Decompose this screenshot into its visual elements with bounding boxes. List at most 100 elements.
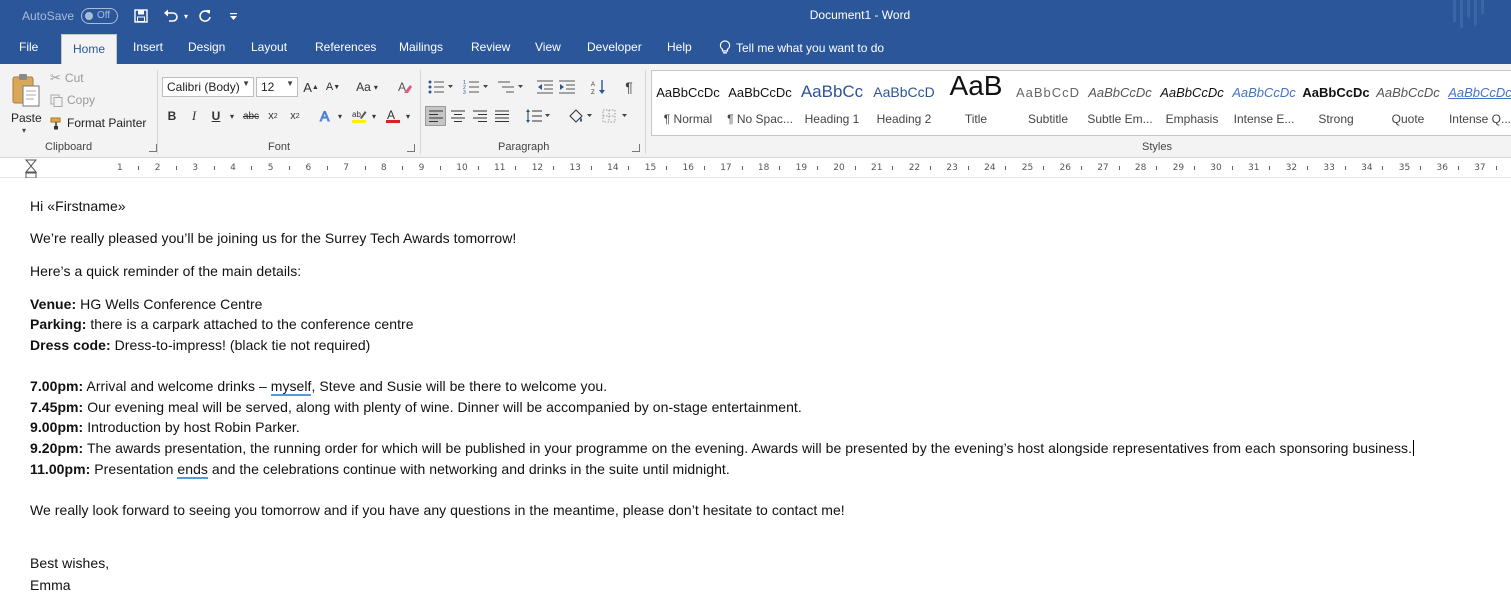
font-family-combo[interactable]: Calibri (Body) ▼ [162,77,254,97]
justify-icon[interactable] [492,106,512,126]
clear-formatting-icon[interactable]: A [395,77,415,97]
font-size-combo[interactable]: 12 ▼ [256,77,298,97]
style-emphasis[interactable]: AaBbCcDc Emphasis [1156,71,1228,135]
style-name: Quote [1391,112,1425,126]
paste-button[interactable]: Paste ▾ [8,70,44,136]
subscript-icon[interactable]: x2 [265,106,281,126]
parking-text: there is a carpark attached to the confe… [86,316,414,332]
tab-design[interactable]: Design [188,40,225,54]
bullets-icon[interactable] [426,77,456,97]
schedule-item: 9.20pm: The awards presentation, the run… [30,440,1415,456]
align-right-icon[interactable] [470,106,490,126]
font-color-icon[interactable]: A [384,106,402,126]
tab-developer[interactable]: Developer [587,40,642,54]
style-strong[interactable]: AaBbCcDc Strong [1300,71,1372,135]
style-heading-1[interactable]: AaBbCc Heading 1 [796,71,868,135]
grammar-flagged-word[interactable]: myself [270,378,312,396]
style-name: Intense E... [1233,112,1295,126]
style-quote[interactable]: AaBbCcDc Quote [1372,71,1444,135]
style-name: Emphasis [1165,112,1219,126]
document-page[interactable]: Hi «Firstname» We’re really pleased you’… [0,178,1511,614]
style-no-spacing[interactable]: AaBbCcDc ¶ No Spac... [724,71,796,135]
multilevel-list-icon[interactable] [496,77,526,97]
grow-font-icon[interactable]: A ▲ [303,77,319,97]
change-case-button[interactable]: Aa ▾ [352,77,382,97]
chevron-down-icon: ▼ [242,79,250,88]
tab-layout[interactable]: Layout [251,40,287,54]
ruler-tick [326,166,328,170]
style-subtitle[interactable]: AaBbCcD Subtitle [1012,71,1084,135]
ruler-tick [1193,166,1195,170]
chevron-down-icon: ▼ [286,79,294,88]
grammar-flagged-word[interactable]: ends [177,461,208,479]
tab-help[interactable]: Help [667,40,692,54]
numbering-icon[interactable]: 123 [461,77,491,97]
cut-button[interactable]: ✂ Cut [50,70,84,86]
sort-icon[interactable]: AZ [589,77,609,97]
highlight-icon[interactable]: ab [350,106,368,126]
line-spacing-icon[interactable] [524,106,552,126]
schedule-text: Our evening meal will be served, along w… [83,399,802,415]
tab-home[interactable]: Home [61,34,118,64]
font-launcher-icon[interactable] [407,144,415,152]
tab-insert[interactable]: Insert [133,40,163,54]
align-center-icon[interactable] [448,106,468,126]
style-intense-emphasis[interactable]: AaBbCcDc Intense E... [1228,71,1300,135]
ruler-number: 37 [1474,163,1486,173]
borders-icon[interactable] [600,106,630,126]
copy-button[interactable]: Copy [50,93,95,107]
schedule-item: 9.00pm: Introduction by host Robin Parke… [30,419,300,435]
closing-line: We really look forward to seeing you tom… [30,502,845,518]
shrink-font-icon[interactable]: A ▼ [325,77,341,97]
italic-icon[interactable]: I [186,106,202,126]
strikethrough-icon[interactable]: abc [242,106,260,126]
align-left-icon[interactable] [425,106,446,126]
tell-me-search[interactable]: Tell me what you want to do [719,40,884,55]
underline-icon[interactable]: U [208,106,224,126]
chevron-down-icon[interactable]: ▾ [336,106,344,126]
style-title[interactable]: AaB Title [940,71,1012,135]
ruler-number: 16 [682,163,694,173]
underline-dropdown-icon[interactable]: ▾ [228,106,236,126]
ruler-tick [892,166,894,170]
chevron-down-icon[interactable]: ▾ [370,106,378,126]
increase-indent-icon[interactable] [557,77,577,97]
schedule-item: 11.00pm: Presentation ends and the celeb… [30,461,730,479]
schedule-item: 7.00pm: Arrival and welcome drinks – mys… [30,378,608,396]
schedule-text: Arrival and welcome drinks – [83,378,271,394]
style-sample: AaBbCcDc [1302,85,1370,100]
text-effects-icon[interactable]: A [318,106,336,126]
horizontal-ruler[interactable]: 1 2 3 4 5 6 7 8 9 10 11 12 13 14 15 16 17 18 19 20 21 22 23 24 2… [0,158,1511,179]
style-normal[interactable]: AaBbCcDc ¶ Normal [652,71,724,135]
paragraph-launcher-icon[interactable] [632,144,640,152]
schedule-item: 7.45pm: Our evening meal will be served,… [30,399,802,415]
ruler-tick [515,166,517,170]
superscript-icon[interactable]: x2 [287,106,303,126]
title-bar-decoration [1453,0,1484,28]
chevron-down-icon[interactable]: ▾ [404,106,412,126]
tab-file[interactable]: File [19,40,38,54]
style-sample: AaBbCcD [873,84,935,100]
show-formatting-marks-icon[interactable]: ¶ [620,77,638,97]
shading-icon[interactable] [565,106,595,126]
schedule-text: , Steve and Susie will be there to welco… [311,378,608,394]
tab-mailings[interactable]: Mailings [399,40,443,54]
ruler-number: 36 [1436,163,1448,173]
schedule-text: Presentation [90,461,178,477]
style-subtle-emphasis[interactable]: AaBbCcDc Subtle Em... [1084,71,1156,135]
bold-icon[interactable]: B [164,106,180,126]
decrease-indent-icon[interactable] [535,77,555,97]
dress-code-line: Dress code: Dress-to-impress! (black tie… [30,337,370,353]
ruler-number: 17 [720,163,732,173]
tab-review[interactable]: Review [471,40,510,54]
style-heading-2[interactable]: AaBbCcD Heading 2 [868,71,940,135]
ruler-tick [1382,166,1384,170]
format-painter-button[interactable]: Format Painter [50,116,146,130]
paste-dropdown-icon[interactable]: ▾ [22,126,26,135]
tab-view[interactable]: View [535,40,561,54]
tab-references[interactable]: References [315,40,376,54]
ruler-tick [1344,166,1346,170]
schedule-time: 7.00pm: [30,378,84,394]
style-intense-quote[interactable]: AaBbCcDc Intense Q... [1444,71,1511,135]
clipboard-launcher-icon[interactable] [149,144,157,152]
